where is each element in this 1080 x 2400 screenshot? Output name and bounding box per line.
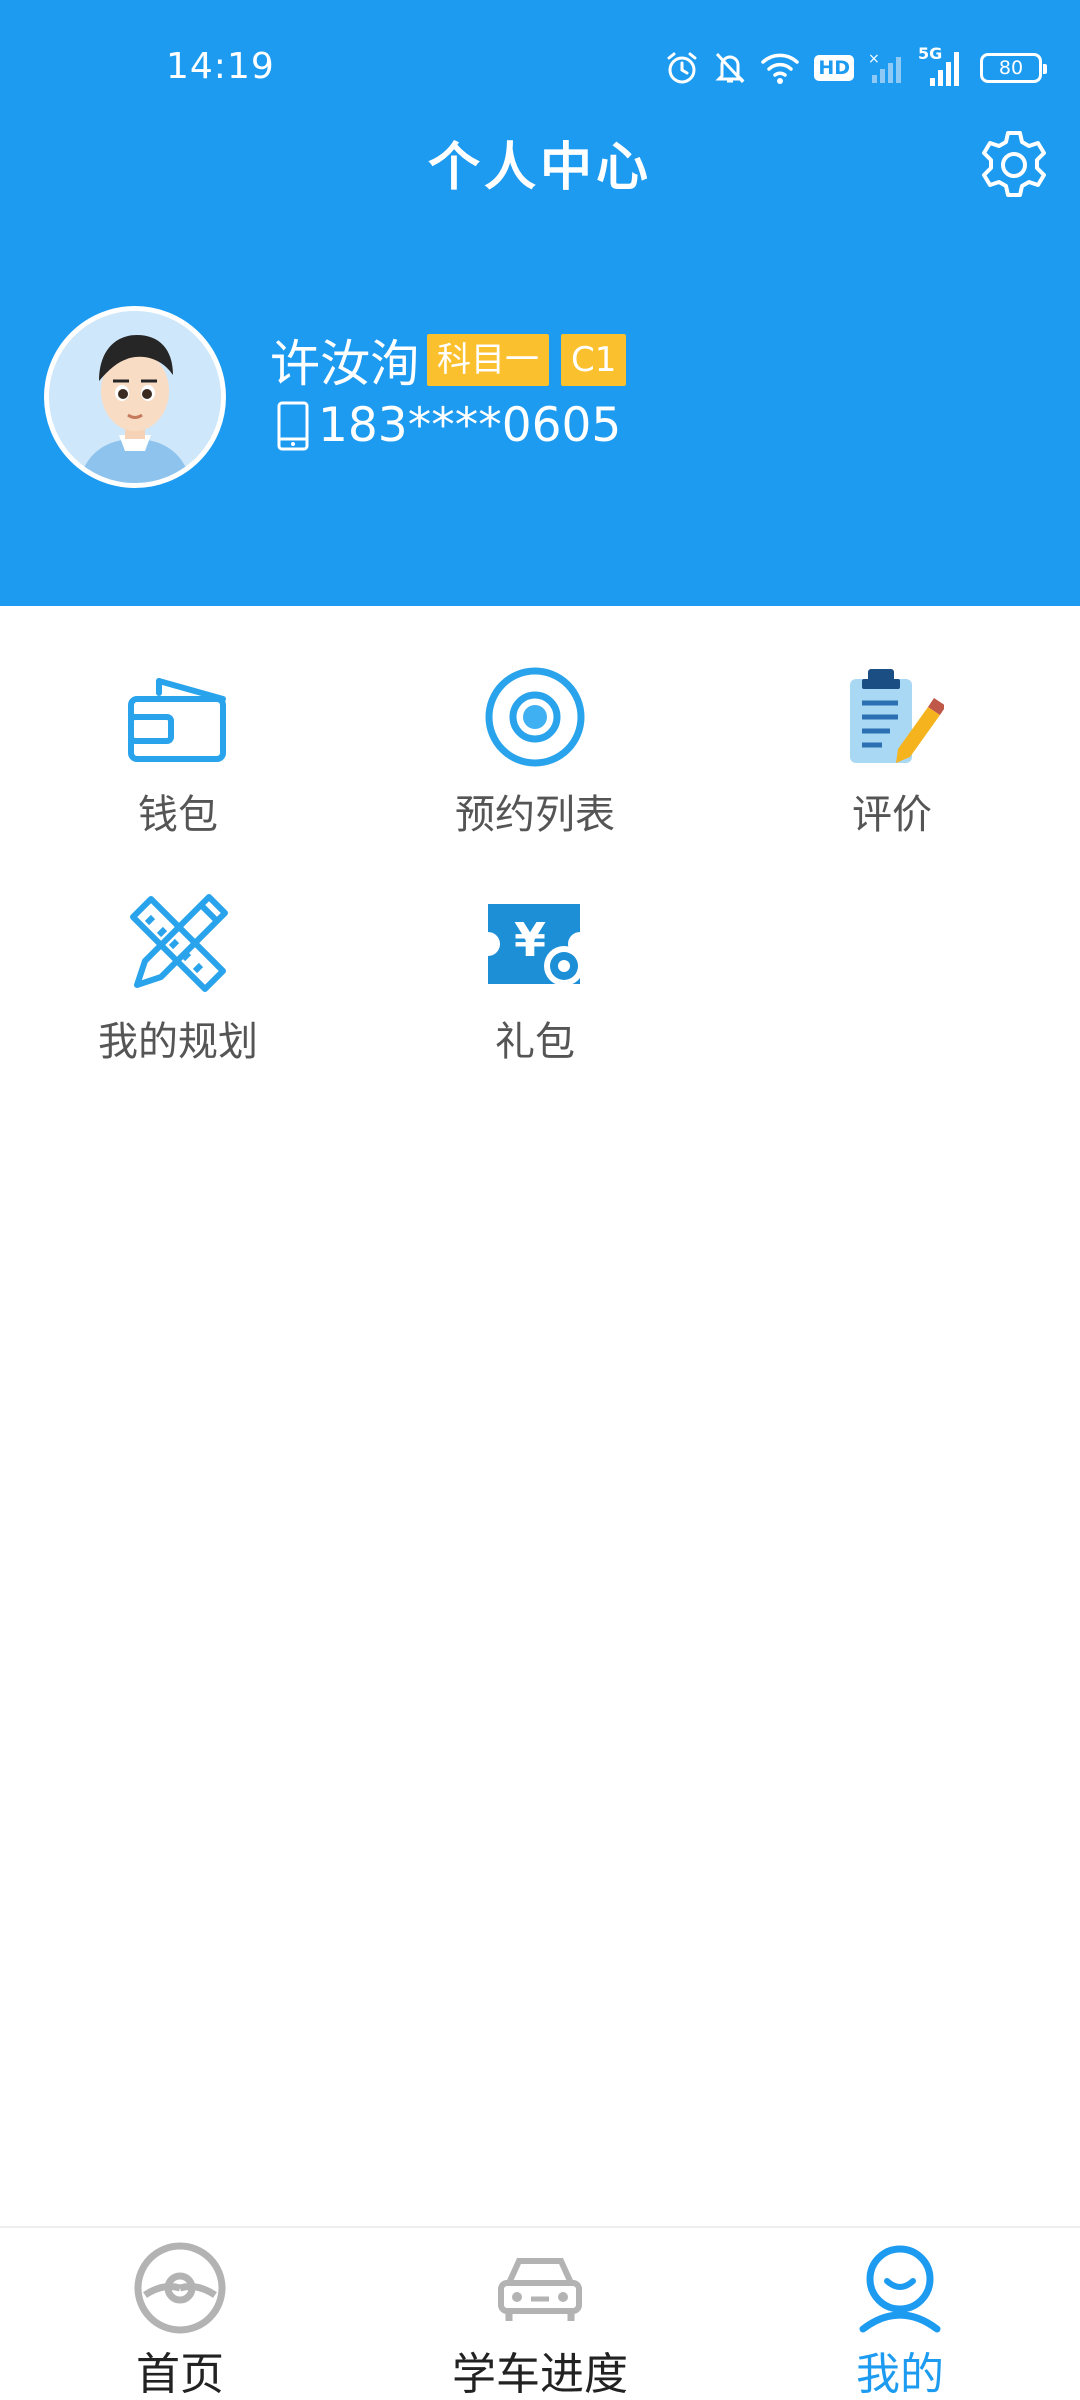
nav-label: 学车进度 [452,2349,628,2400]
svg-text:×: × [868,51,880,67]
settings-button[interactable] [975,126,1053,204]
svg-text:¥: ¥ [514,913,546,967]
yen-ticket-icon: ¥ [480,889,590,999]
wallet-icon [123,662,233,772]
bottom-nav: 首页 学车进度 我的 [0,2226,1080,2400]
avatar-illustration [49,311,221,483]
license-class-badge: C1 [561,334,627,386]
nav-label: 我的 [856,2349,944,2400]
status-time: 14:19 [166,46,275,87]
pencil-ruler-icon [123,889,233,999]
gear-icon [982,131,1046,197]
profile-page: 14:19 HD × 5G 80 个人中心 许汝洵 科目一 C1 183****… [0,0,1080,2400]
nav-item-progress[interactable]: 学车进度 [410,2228,670,2400]
clipboard-pencil-icon [837,662,947,772]
nav-label: 首页 [136,2349,224,2400]
menu-item-wallet[interactable]: 钱包 [68,662,288,842]
user-badges: 科目一 C1 [427,334,627,386]
menu-label: 评价 [852,792,932,838]
subject-badge: 科目一 [427,334,549,386]
menu-item-booking-list[interactable]: 预约列表 [425,662,645,842]
menu-label: 礼包 [495,1019,575,1065]
mute-icon [714,50,746,86]
phone-row: 183****0605 [276,398,621,453]
menu-item-review[interactable]: 评价 [782,662,1002,842]
battery-icon: 80 [980,53,1047,83]
nav-item-mine[interactable]: 我的 [770,2228,1030,2400]
steering-wheel-icon [130,2240,230,2336]
menu-label: 我的规划 [98,1019,258,1065]
wifi-icon [760,51,800,85]
hd-icon: HD [814,55,854,81]
nav-item-home[interactable]: 首页 [50,2228,310,2400]
profile-header: 14:19 HD × 5G 80 个人中心 许汝洵 科目一 C1 183****… [0,0,1080,606]
phone-icon [277,401,309,450]
user-icon [850,2240,950,2336]
signal-weak-icon: × [868,51,904,85]
signal-5g-icon: 5G [918,44,966,88]
menu-label: 钱包 [138,792,218,838]
page-title: 个人中心 [427,138,652,198]
menu-item-my-plan[interactable]: 我的规划 [68,889,288,1069]
target-icon [480,662,590,772]
status-icons: HD × 5G 80 [664,44,1047,90]
menu-label: 预约列表 [455,792,615,838]
status-bar: 14:19 HD × 5G 80 [0,0,1080,130]
avatar[interactable] [44,306,226,488]
menu-item-gift-pack[interactable]: ¥ 礼包 [425,889,645,1069]
alarm-icon [664,50,700,86]
car-icon [490,2240,590,2336]
phone-number: 183****0605 [318,398,622,453]
user-name: 许汝洵 [270,335,420,393]
